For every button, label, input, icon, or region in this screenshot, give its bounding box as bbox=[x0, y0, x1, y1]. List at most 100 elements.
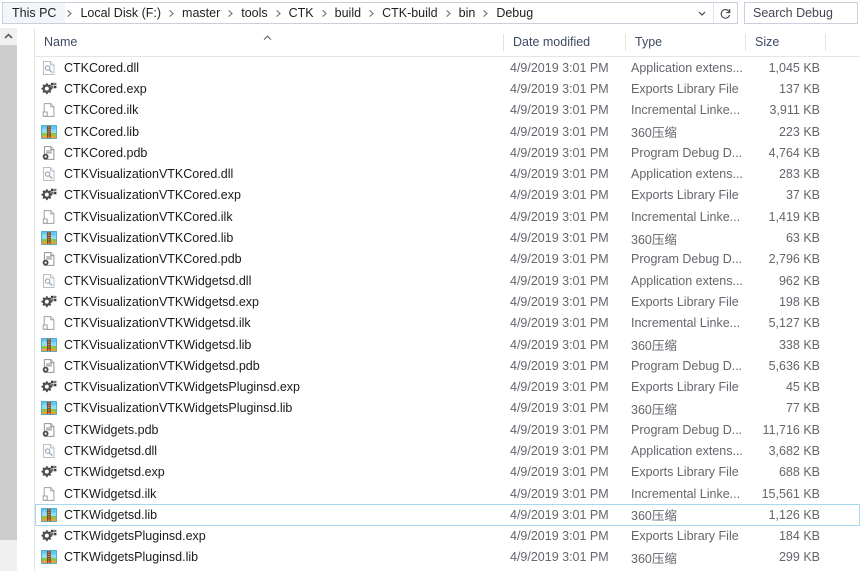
sort-ascending-icon bbox=[263, 30, 272, 44]
file-date-cell: 4/9/2019 3:01 PM bbox=[510, 294, 609, 309]
breadcrumb-item[interactable]: master bbox=[176, 3, 226, 23]
file-name-cell: CTKWidgetsPluginsd.exp bbox=[36, 527, 504, 546]
scrollbar-thumb[interactable] bbox=[0, 45, 17, 540]
file-name-label: CTKWidgetsPluginsd.lib bbox=[64, 550, 199, 565]
column-header-date-modified[interactable]: Date modified bbox=[504, 28, 625, 56]
file-name-cell: CTKVisualizationVTKWidgetsPluginsd.exp bbox=[36, 377, 504, 396]
file-name-cell: CTKVisualizationVTKWidgetsd.ilk bbox=[36, 314, 504, 333]
file-row[interactable]: CTKVisualizationVTKCored.lib 4/9/2019 3:0… bbox=[35, 227, 860, 248]
file-row[interactable]: CTKVisualizationVTKWidgetsd.exp 4/9/2019 … bbox=[35, 291, 860, 312]
file-date-cell: 4/9/2019 3:01 PM bbox=[510, 209, 609, 224]
archive-360zip-icon bbox=[41, 230, 57, 246]
file-name-label: CTKVisualizationVTKWidgetsd.exp bbox=[64, 294, 259, 309]
scroll-up-icon[interactable] bbox=[0, 28, 17, 45]
file-name-label: CTKVisualizationVTKCored.lib bbox=[64, 231, 234, 246]
file-date-cell: 4/9/2019 3:01 PM bbox=[510, 273, 609, 288]
file-row[interactable]: CTKWidgetsd.dll 4/9/2019 3:01 PM Applicati… bbox=[35, 440, 860, 461]
file-size-cell: 1,419 KB bbox=[768, 209, 820, 224]
column-header-type[interactable]: Type bbox=[626, 28, 745, 56]
file-row[interactable]: CTKCored.exp 4/9/2019 3:01 PM Exports Libr… bbox=[35, 78, 860, 99]
file-row[interactable]: CTKVisualizationVTKWidgetsd.pdb 4/9/2019 … bbox=[35, 355, 860, 376]
file-row[interactable]: CTKCored.dll 4/9/2019 3:01 PM Application … bbox=[35, 57, 860, 78]
breadcrumb-item[interactable]: tools bbox=[235, 3, 273, 23]
file-row[interactable]: CTKWidgetsd.lib 4/9/2019 3:01 PM 360压缩 1,12… bbox=[35, 504, 860, 526]
file-row[interactable]: CTKWidgetsPluginsd.lib 4/9/2019 3:01 PM 36… bbox=[35, 547, 860, 568]
file-type-cell: Exports Library File bbox=[631, 294, 739, 309]
breadcrumb-item[interactable]: build bbox=[329, 3, 367, 23]
exp-file-icon bbox=[41, 81, 57, 97]
pdb-file-icon bbox=[41, 422, 57, 438]
file-row[interactable]: CTKVisualizationVTKWidgetsd.ilk 4/9/2019 … bbox=[35, 313, 860, 334]
dll-file-icon bbox=[41, 60, 57, 76]
file-date-cell: 4/9/2019 3:01 PM bbox=[510, 380, 609, 395]
file-name-label: CTKVisualizationVTKWidgetsd.ilk bbox=[64, 316, 251, 331]
breadcrumb-item[interactable]: CTK bbox=[283, 3, 320, 23]
file-type-cell: Exports Library File bbox=[631, 465, 739, 480]
archive-360zip-icon bbox=[41, 337, 57, 353]
breadcrumb-item[interactable]: This PC bbox=[3, 3, 66, 23]
file-name-label: CTKWidgetsd.exp bbox=[64, 465, 165, 480]
file-row[interactable]: CTKVisualizationVTKWidgetsPluginsd.exp 4/… bbox=[35, 376, 860, 397]
file-size-cell: 688 KB bbox=[778, 465, 820, 480]
file-row[interactable]: CTKVisualizationVTKWidgetsd.dll 4/9/2019 … bbox=[35, 270, 860, 291]
file-date-cell: 4/9/2019 3:01 PM bbox=[510, 124, 609, 139]
file-row[interactable]: CTKWidgetsd.exp 4/9/2019 3:01 PM Exports L… bbox=[35, 462, 860, 483]
breadcrumb-item[interactable]: bin bbox=[453, 3, 482, 23]
file-row[interactable]: CTKVisualizationVTKCored.dll 4/9/2019 3:0… bbox=[35, 163, 860, 184]
file-row[interactable]: CTKCored.pdb 4/9/2019 3:01 PM Program Debu… bbox=[35, 142, 860, 163]
file-row[interactable]: CTKWidgetsPluginsd.exp 4/9/2019 3:01 PM Ex… bbox=[35, 526, 860, 547]
file-date-cell: 4/9/2019 3:01 PM bbox=[510, 465, 609, 480]
file-type-cell: Application extens... bbox=[631, 443, 743, 458]
dll-file-icon bbox=[41, 443, 57, 459]
file-row[interactable]: CTKCored.lib 4/9/2019 3:01 PM 360压缩 223 KB bbox=[35, 121, 860, 142]
file-date-cell: 4/9/2019 3:01 PM bbox=[510, 103, 609, 118]
pdb-file-icon bbox=[41, 145, 57, 161]
file-row[interactable]: CTKVisualizationVTKCored.exp 4/9/2019 3:0… bbox=[35, 185, 860, 206]
file-date-cell: 4/9/2019 3:01 PM bbox=[510, 252, 609, 267]
breadcrumb-separator-icon bbox=[444, 3, 453, 23]
search-input[interactable]: Search Debug bbox=[744, 2, 858, 24]
file-size-cell: 5,127 KB bbox=[768, 316, 820, 331]
file-date-cell: 4/9/2019 3:01 PM bbox=[510, 358, 609, 373]
file-name-label: CTKVisualizationVTKCored.dll bbox=[64, 167, 234, 182]
exp-file-icon bbox=[41, 464, 57, 480]
breadcrumb-item[interactable]: CTK-build bbox=[376, 3, 444, 23]
address-bar[interactable]: This PC Local Disk (F:) master tools CTK buil… bbox=[2, 2, 738, 24]
file-row[interactable]: CTKCored.ilk 4/9/2019 3:01 PM Incremental … bbox=[35, 100, 860, 121]
file-size-cell: 3,682 KB bbox=[768, 443, 820, 458]
chevron-down-icon[interactable] bbox=[691, 3, 713, 23]
file-row[interactable]: CTKWidgets.pdb 4/9/2019 3:01 PM Program De… bbox=[35, 419, 860, 440]
file-name-cell: CTKWidgetsd.dll bbox=[36, 441, 504, 460]
file-type-cell: Incremental Linke... bbox=[631, 316, 741, 331]
file-row[interactable]: CTKVisualizationVTKCored.ilk 4/9/2019 3:0… bbox=[35, 206, 860, 227]
file-type-cell: Application extens... bbox=[631, 167, 743, 182]
file-row[interactable]: CTKVisualizationVTKCored.pdb 4/9/2019 3:0… bbox=[35, 249, 860, 270]
file-row[interactable]: CTKWidgetsd.ilk 4/9/2019 3:01 PM Increment… bbox=[35, 483, 860, 504]
file-size-cell: 45 KB bbox=[785, 380, 820, 395]
breadcrumb-item[interactable]: Local Disk (F:) bbox=[74, 3, 167, 23]
file-size-cell: 15,561 KB bbox=[761, 486, 820, 501]
column-header-date-label: Date modified bbox=[513, 35, 591, 49]
file-date-cell: 4/9/2019 3:01 PM bbox=[510, 145, 609, 160]
breadcrumb-item[interactable]: Debug bbox=[490, 3, 539, 23]
navigation-pane-scrollbar[interactable] bbox=[0, 28, 17, 571]
file-type-cell: Program Debug D... bbox=[631, 145, 743, 160]
file-date-cell: 4/9/2019 3:01 PM bbox=[510, 422, 609, 437]
file-row[interactable]: CTKVisualizationVTKWidgetsd.lib 4/9/2019 … bbox=[35, 334, 860, 355]
column-header-size[interactable]: Size bbox=[746, 28, 825, 56]
column-divider[interactable] bbox=[825, 34, 826, 51]
ilk-file-icon bbox=[41, 209, 57, 225]
file-type-cell: 360压缩 bbox=[631, 126, 677, 141]
breadcrumb-separator-icon bbox=[167, 3, 176, 23]
file-list[interactable]: CTKCored.dll 4/9/2019 3:01 PM Application … bbox=[35, 57, 860, 571]
refresh-icon[interactable] bbox=[714, 3, 736, 23]
ilk-file-icon bbox=[41, 102, 57, 118]
exp-file-icon bbox=[41, 379, 57, 395]
file-row[interactable]: CTKVisualizationVTKWidgetsPluginsd.lib 4/… bbox=[35, 398, 860, 419]
file-date-cell: 4/9/2019 3:01 PM bbox=[510, 60, 609, 75]
file-type-cell: 360压缩 bbox=[631, 509, 677, 524]
breadcrumb-separator-icon bbox=[226, 3, 235, 23]
column-header-name[interactable]: Name bbox=[35, 28, 503, 56]
file-size-cell: 5,636 KB bbox=[768, 358, 820, 373]
file-type-cell: Program Debug D... bbox=[631, 358, 743, 373]
